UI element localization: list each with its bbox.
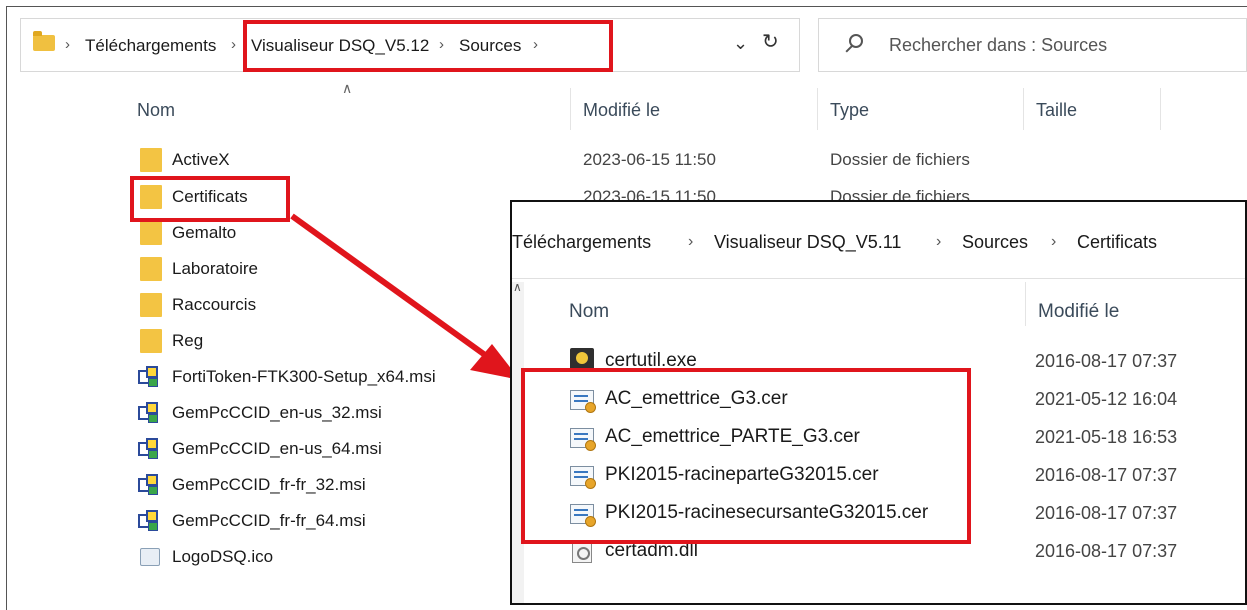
file-modified: 2016-08-17 07:37 xyxy=(1035,465,1178,485)
inset-column-header-modified[interactable]: Modifié le xyxy=(1038,301,1119,323)
file-modified: 2021-05-18 16:53 xyxy=(1035,427,1178,447)
file-modified: 2016-08-17 07:37 xyxy=(1035,541,1178,561)
inset-breadcrumb-telechargements[interactable]: Téléchargements xyxy=(512,232,651,253)
chevron-right-icon: › xyxy=(688,233,694,250)
file-modified: 2016-08-17 07:37 xyxy=(1035,351,1178,371)
chevron-right-icon: › xyxy=(936,233,942,250)
inset-breadcrumb-sources[interactable]: Sources xyxy=(962,232,1028,253)
chevron-right-icon: › xyxy=(1051,233,1057,250)
file-modified: 2016-08-17 07:37 xyxy=(1035,503,1178,523)
file-modified: 2021-05-12 16:04 xyxy=(1035,389,1178,409)
inset-column-header-name[interactable]: Nom xyxy=(569,301,609,323)
arrow-line xyxy=(290,213,494,363)
inset-breadcrumb-visualiseur[interactable]: Visualiseur DSQ_V5.11 xyxy=(714,232,901,253)
column-divider xyxy=(1025,282,1026,326)
dll-icon xyxy=(572,541,592,563)
inset-breadcrumb-certificats[interactable]: Certificats xyxy=(1077,232,1157,253)
divider xyxy=(512,278,1245,279)
scroll-up-icon[interactable]: ∧ xyxy=(513,280,522,294)
inset-window: Téléchargements › Visualiseur DSQ_V5.11 … xyxy=(510,200,1247,605)
exe-icon xyxy=(570,348,594,370)
highlight-box-certificates xyxy=(521,368,971,544)
